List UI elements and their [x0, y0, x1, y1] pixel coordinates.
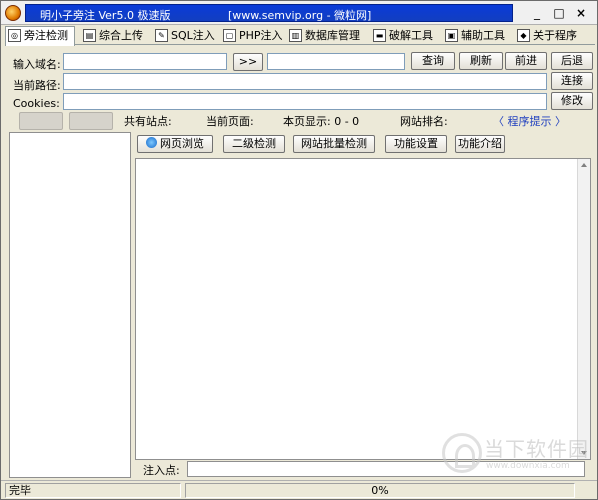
watermark-name: 当下软件园 [484, 437, 589, 461]
title-banner: 明小子旁注 Ver5.0 极速版 [www.semvip.org - 微粒网] [25, 4, 513, 22]
progress-text: 0% [185, 483, 575, 498]
watermark: 当下软件园 www.downxia.com [442, 433, 592, 477]
window-url-label: [www.semvip.org - 微粒网] [228, 9, 372, 22]
title-bar: 明小子旁注 Ver5.0 极速版 [www.semvip.org - 微粒网] … [1, 1, 597, 25]
app-logo-icon [5, 5, 21, 21]
scan-icon: ◎ [8, 29, 21, 42]
tab-tools[interactable]: ▣ 辅助工具 [443, 27, 509, 45]
site-list-pane[interactable] [9, 132, 131, 478]
upload-icon: ▤ [83, 29, 96, 42]
close-button[interactable]: × [573, 6, 589, 20]
tab-upload[interactable]: ▤ 综合上传 [81, 27, 149, 45]
minimize-button[interactable]: _ [529, 6, 545, 20]
site-rank-label: 网站排名: [400, 115, 448, 128]
connect-button[interactable]: 连接 [551, 72, 593, 90]
php-icon: ▢ [223, 29, 236, 42]
status-text: 完毕 [5, 483, 181, 498]
main-window: 明小子旁注 Ver5.0 极速版 [www.semvip.org - 微粒网] … [0, 0, 598, 500]
domain-label: 输入域名: [13, 58, 61, 71]
program-hint-link[interactable]: 〈 程序提示 〉 [493, 113, 566, 129]
main-tabs: ◎ 旁注检测 ▤ 综合上传 ✎ SQL注入 ▢ PHP注入 ▥ 数据库管理 ▬ … [5, 26, 595, 46]
database-icon: ▥ [289, 29, 302, 42]
refresh-button[interactable]: 刷新 [459, 52, 503, 70]
page-display-label: 本页显示: 0 - 0 [283, 115, 360, 128]
browser-pane[interactable] [135, 158, 591, 460]
subtab-intro[interactable]: 功能介绍 [455, 135, 505, 153]
go-button[interactable]: >> [233, 53, 263, 71]
tab-php[interactable]: ▢ PHP注入 [221, 27, 285, 45]
window-title: 明小子旁注 Ver5.0 极速版 [40, 9, 171, 22]
subtab-second-level[interactable]: 二级检测 [223, 135, 285, 153]
path-label: 当前路径: [13, 79, 61, 92]
cookies-label: Cookies: [13, 97, 60, 110]
next-page-button[interactable] [69, 112, 113, 130]
domain-input[interactable] [63, 53, 227, 70]
browser-icon [146, 137, 157, 148]
status-bar: 完毕 0% [1, 480, 597, 499]
subtab-batch-detect[interactable]: 网站批量检测 [293, 135, 375, 153]
tab-sql[interactable]: ✎ SQL注入 [153, 27, 217, 45]
forward-button[interactable]: 前进 [505, 52, 547, 70]
scroll-up-icon[interactable] [581, 163, 587, 167]
tab-side-scan[interactable]: ◎ 旁注检测 [5, 26, 75, 46]
tools-icon: ▣ [445, 29, 458, 42]
about-icon: ◆ [517, 29, 530, 42]
query-button[interactable]: 查询 [411, 52, 455, 70]
sql-icon: ✎ [155, 29, 168, 42]
crack-icon: ▬ [373, 29, 386, 42]
subtab-settings[interactable]: 功能设置 [385, 135, 447, 153]
subtab-web-browse[interactable]: 网页浏览 [137, 135, 213, 153]
tab-crack[interactable]: ▬ 破解工具 [371, 27, 437, 45]
extra-input[interactable] [267, 53, 405, 70]
back-button[interactable]: 后退 [551, 52, 593, 70]
tab-about[interactable]: ◆ 关于程序 [515, 27, 581, 45]
path-input[interactable] [63, 73, 547, 90]
inject-point-label: 注入点: [143, 464, 180, 477]
total-sites-label: 共有站点: [124, 115, 172, 128]
current-page-label: 当前页面: [206, 115, 254, 128]
vertical-scrollbar[interactable] [577, 159, 590, 459]
watermark-logo-icon [442, 433, 482, 473]
cookies-input[interactable] [63, 93, 547, 110]
tab-database[interactable]: ▥ 数据库管理 [287, 27, 367, 45]
prev-page-button[interactable] [19, 112, 63, 130]
modify-button[interactable]: 修改 [551, 92, 593, 110]
maximize-button[interactable]: □ [551, 6, 567, 20]
watermark-url: www.downxia.com [486, 461, 570, 471]
